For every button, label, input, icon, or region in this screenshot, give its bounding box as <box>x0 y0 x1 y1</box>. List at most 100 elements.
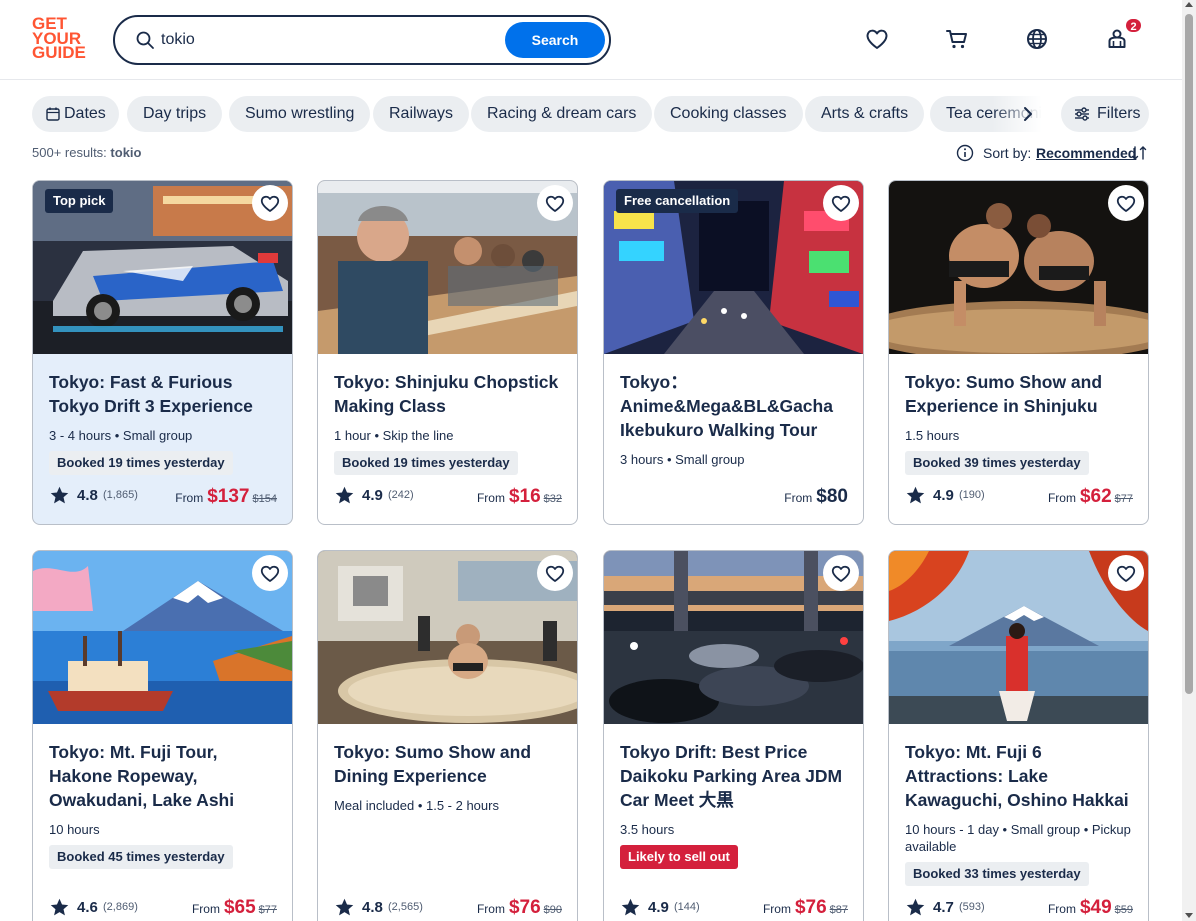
activity-card[interactable]: Tokyo: Shinjuku Chopstick Making Class 1… <box>317 180 578 525</box>
review-count: (2,869) <box>103 901 138 913</box>
results-query: tokio <box>110 145 142 160</box>
activity-meta: 3.5 hours <box>620 822 675 837</box>
activity-card[interactable]: Tokyo: Mt. Fuji Tour, Hakone Ropeway, Ow… <box>32 550 293 921</box>
sort-arrows-icon[interactable] <box>1130 144 1148 162</box>
activity-title[interactable]: Tokyo: Fast & Furious Tokyo Drift 3 Expe… <box>49 370 279 418</box>
activity-card[interactable]: Free cancellation Tokyo：Anime&Mega&BL&Ga… <box>603 180 864 525</box>
star-icon <box>335 898 354 916</box>
star-icon <box>335 486 354 504</box>
chevron-right-icon[interactable] <box>1018 104 1038 124</box>
search-button[interactable]: Search <box>505 22 605 58</box>
activity-title[interactable]: Tokyo: Shinjuku Chopstick Making Class <box>334 370 564 418</box>
chip-dates[interactable]: Dates <box>32 96 119 132</box>
price: From $76 $90 <box>477 897 562 921</box>
original-price: $32 <box>543 493 562 505</box>
activity-title[interactable]: Tokyo Drift: Best Price Daikoku Parking … <box>620 740 850 812</box>
original-price: $90 <box>543 904 562 916</box>
calendar-icon <box>46 107 60 121</box>
star-icon <box>906 486 925 504</box>
price-from: From <box>1047 902 1076 916</box>
price: From $137 $154 <box>175 486 277 510</box>
price-amount: $76 <box>794 897 827 918</box>
info-icon[interactable] <box>956 144 974 162</box>
sort-value[interactable]: Recommended <box>1036 145 1136 161</box>
wishlist-button[interactable] <box>537 555 573 591</box>
category-chips: Dates Day trips Sumo wrestling Railways … <box>32 96 1082 132</box>
price: From $16 $32 <box>477 486 562 510</box>
price: From $49 $59 <box>1048 897 1133 921</box>
page-scrollbar[interactable] <box>1182 0 1196 921</box>
price-from: From <box>784 491 813 505</box>
activity-card[interactable]: Top pick Tokyo: Fast & Furious Tokyo Dri… <box>32 180 293 525</box>
original-price: $87 <box>829 904 848 916</box>
price: From $76 $87 <box>763 897 848 921</box>
activity-title[interactable]: Tokyo: Sumo Show and Dining Experience <box>334 740 564 788</box>
chip-racing-dream-cars[interactable]: Racing & dream cars <box>471 96 653 132</box>
booked-badge: Booked 19 times yesterday <box>334 451 518 475</box>
wishlist-button[interactable] <box>537 185 573 221</box>
original-price: $77 <box>1114 493 1133 505</box>
chip-arts-crafts[interactable]: Arts & crafts <box>805 96 925 132</box>
activity-card[interactable]: Tokyo: Sumo Show and Dining Experience M… <box>317 550 578 921</box>
filters-button[interactable]: Filters <box>1061 96 1149 132</box>
chip-label: Sumo wrestling <box>245 105 355 122</box>
chip-day-trips[interactable]: Day trips <box>127 96 223 132</box>
activity-card[interactable]: Tokyo Drift: Best Price Daikoku Parking … <box>603 550 864 921</box>
wishlist-button[interactable] <box>823 185 859 221</box>
likely-to-sell-out-badge: Likely to sell out <box>620 845 738 869</box>
wishlist-button[interactable] <box>1108 185 1144 221</box>
activity-meta: 1.5 hours <box>905 428 960 443</box>
search-bar: Search <box>113 15 611 65</box>
activity-card[interactable]: Tokyo: Sumo Show and Experience in Shinj… <box>888 180 1149 525</box>
booked-badge: Booked 45 times yesterday <box>49 845 233 869</box>
chip-railways[interactable]: Railways <box>373 96 470 132</box>
wishlist-button[interactable] <box>252 185 288 221</box>
activity-meta: 3 - 4 hours • Small group <box>49 428 193 443</box>
rating-score: 4.6 <box>77 899 98 916</box>
getyourguide-logo[interactable]: GET YOUR GUIDE <box>32 15 90 60</box>
original-price: $77 <box>258 904 277 916</box>
price-from: From <box>476 491 505 505</box>
scroll-down-arrow[interactable] <box>1185 913 1193 918</box>
price-amount: $76 <box>508 897 541 918</box>
filters-sliders-icon <box>1075 107 1089 121</box>
review-count: (2,565) <box>388 901 423 913</box>
original-price: $59 <box>1114 904 1133 916</box>
search-input[interactable] <box>161 28 491 52</box>
activity-title[interactable]: Tokyo：Anime&Mega&BL&Gacha Ikebukuro Walk… <box>620 370 850 442</box>
activity-title[interactable]: Tokyo: Mt. Fuji 6 Attractions: Lake Kawa… <box>905 740 1135 812</box>
activity-card[interactable]: Tokyo: Mt. Fuji 6 Attractions: Lake Kawa… <box>888 550 1149 921</box>
activity-title[interactable]: Tokyo: Sumo Show and Experience in Shinj… <box>905 370 1135 418</box>
filters-label: Filters <box>1097 105 1141 122</box>
wishlist-button[interactable] <box>823 555 859 591</box>
scroll-up-arrow[interactable] <box>1185 2 1193 7</box>
wishlist-heart-icon[interactable] <box>864 26 890 52</box>
chip-cooking-classes[interactable]: Cooking classes <box>654 96 803 132</box>
star-icon <box>621 898 640 916</box>
chip-label: Racing & dream cars <box>487 105 637 122</box>
chip-label: Dates <box>64 105 106 122</box>
sort-label: Sort by: <box>983 145 1032 161</box>
chip-sumo-wrestling[interactable]: Sumo wrestling <box>229 96 371 132</box>
price-amount: $80 <box>816 486 848 507</box>
activity-meta: 10 hours - 1 day • Small group • Pickup … <box>905 822 1131 854</box>
activity-meta: 3 hours • Small group <box>620 452 745 467</box>
activity-title[interactable]: Tokyo: Mt. Fuji Tour, Hakone Ropeway, Ow… <box>49 740 279 812</box>
globe-icon[interactable] <box>1024 26 1050 52</box>
heart-icon <box>831 565 851 582</box>
price-from: From <box>476 902 505 916</box>
heart-icon <box>1116 195 1136 212</box>
free-cancellation-badge: Free cancellation <box>616 189 739 213</box>
wishlist-button[interactable] <box>1108 555 1144 591</box>
top-pick-badge: Top pick <box>45 189 114 213</box>
wishlist-button[interactable] <box>252 555 288 591</box>
original-price: $154 <box>252 493 277 505</box>
price-from: From <box>762 902 791 916</box>
scroll-thumb[interactable] <box>1185 14 1193 694</box>
results-count: 500+ results: tokio <box>32 145 141 160</box>
booked-badge: Booked 19 times yesterday <box>49 451 233 475</box>
activity-meta: 10 hours <box>49 822 100 837</box>
price: From $80 <box>784 486 848 510</box>
star-icon <box>50 898 69 916</box>
cart-icon[interactable] <box>944 26 970 52</box>
